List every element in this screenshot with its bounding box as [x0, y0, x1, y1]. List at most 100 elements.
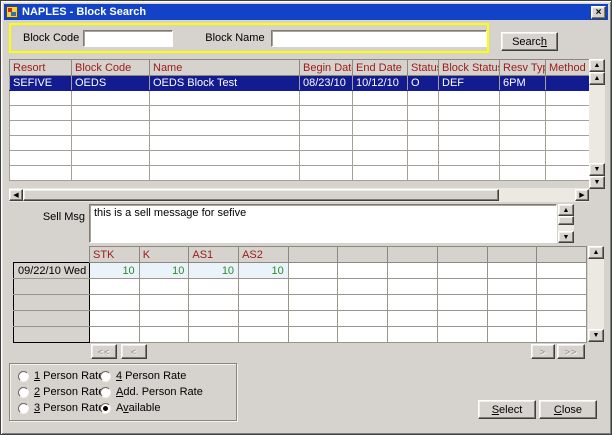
grid-empty-cell[interactable]	[537, 295, 587, 311]
grid-empty-cell[interactable]	[487, 327, 537, 343]
grid-empty-cell[interactable]	[288, 279, 338, 295]
hscroll-thumb[interactable]	[23, 189, 499, 201]
hscroll-track[interactable]	[499, 188, 575, 202]
block-name-input[interactable]	[271, 30, 487, 47]
scroll-up-button[interactable]: ▲	[558, 204, 574, 216]
grid-empty-cell[interactable]	[139, 311, 189, 327]
grid-empty-cell[interactable]	[338, 311, 388, 327]
grid-empty-cell[interactable]	[388, 311, 438, 327]
scroll-last-button[interactable]: ▼	[589, 176, 605, 189]
radio-icon	[18, 371, 29, 382]
grid-corner	[14, 247, 90, 263]
grid-empty-cell[interactable]	[437, 295, 487, 311]
radio-add-person-rate[interactable]: Add. Person Rate	[100, 386, 203, 398]
search-button[interactable]: Search	[501, 32, 558, 51]
grid-empty-cell[interactable]	[90, 311, 140, 327]
select-button[interactable]: Select	[478, 400, 536, 419]
grid-value-cell[interactable]: 10	[139, 263, 189, 279]
scroll-down-button[interactable]: ▼	[588, 329, 604, 342]
vscroll-thumb[interactable]	[558, 216, 574, 225]
grid-empty-cell[interactable]	[487, 263, 537, 279]
pager-first-button[interactable]: <<	[91, 344, 117, 359]
grid-empty-cell[interactable]	[189, 327, 239, 343]
grid-empty-cell[interactable]	[437, 327, 487, 343]
grid-empty-cell[interactable]	[338, 295, 388, 311]
grid-empty-cell[interactable]	[388, 295, 438, 311]
grid-empty-cell[interactable]	[388, 263, 438, 279]
radio-icon	[18, 387, 29, 398]
table-row-selected[interactable]: SEFIVE OEDS OEDS Block Test 08/23/10 10/…	[10, 76, 590, 91]
table-row[interactable]	[10, 151, 590, 166]
table-row[interactable]	[10, 121, 590, 136]
grid-empty-cell[interactable]	[388, 327, 438, 343]
grid-empty-cell[interactable]	[139, 327, 189, 343]
grid-value-cell[interactable]: 10	[90, 263, 140, 279]
grid-empty-cell[interactable]	[437, 263, 487, 279]
grid-empty-cell[interactable]	[189, 295, 239, 311]
grid-empty-cell[interactable]	[537, 279, 587, 295]
grid-value-cell[interactable]: 10	[239, 263, 289, 279]
grid-empty-cell[interactable]	[90, 279, 140, 295]
radio-available[interactable]: Available	[100, 402, 160, 414]
radio-3-person-rate[interactable]: 3 Person Rate	[18, 402, 104, 414]
pager-last-button[interactable]: >>	[557, 344, 585, 359]
grid-empty-cell[interactable]	[288, 311, 338, 327]
pager-prev-button[interactable]: <	[121, 344, 147, 359]
table-row[interactable]	[10, 91, 590, 106]
radio-2-person-rate[interactable]: 2 Person Rate	[18, 386, 104, 398]
grid-empty-cell[interactable]	[537, 263, 587, 279]
grid-empty-cell[interactable]	[189, 279, 239, 295]
close-button[interactable]: ×	[591, 6, 606, 19]
chevron-up-icon: ▲	[593, 247, 600, 258]
grid-empty-cell[interactable]	[139, 279, 189, 295]
block-code-input[interactable]	[83, 30, 173, 47]
grid-empty-cell[interactable]	[338, 279, 388, 295]
radio-label: 2 Person Rate	[34, 386, 104, 398]
table-row[interactable]	[10, 106, 590, 121]
grid-empty-cell[interactable]	[189, 311, 239, 327]
grid-empty-cell[interactable]	[537, 311, 587, 327]
grid-empty-cell[interactable]	[437, 311, 487, 327]
table-row[interactable]	[10, 136, 590, 151]
scroll-first-button[interactable]: ▲	[589, 59, 605, 72]
grid-empty-cell[interactable]	[437, 279, 487, 295]
scroll-up-button[interactable]: ▲	[588, 246, 604, 259]
grid-empty-cell[interactable]	[288, 295, 338, 311]
title-bar[interactable]: NAPLES - Block Search ×	[4, 4, 608, 20]
scroll-up-button[interactable]: ▲	[589, 72, 605, 85]
grid-empty-cell[interactable]	[487, 295, 537, 311]
grid-empty-cell[interactable]	[288, 263, 338, 279]
scroll-track[interactable]	[589, 85, 605, 163]
column-header: Resort	[10, 60, 72, 76]
grid-empty-cell[interactable]	[90, 295, 140, 311]
grid-empty-cell[interactable]	[388, 279, 438, 295]
scroll-left-button[interactable]: ◀	[9, 189, 23, 201]
scroll-down-button[interactable]: ▼	[589, 163, 605, 176]
grid-value-cell[interactable]: 10	[189, 263, 239, 279]
grid-empty-cell[interactable]	[90, 327, 140, 343]
grid-empty-cell[interactable]	[487, 279, 537, 295]
pager-next-button[interactable]: >	[531, 344, 555, 359]
grid-empty-cell[interactable]	[288, 327, 338, 343]
chevron-up-icon: ▲	[594, 60, 601, 71]
radio-4-person-rate[interactable]: 4 Person Rate	[100, 370, 186, 382]
scroll-track[interactable]	[588, 259, 604, 329]
grid-empty-cell[interactable]	[239, 295, 289, 311]
grid-empty-cell[interactable]	[338, 327, 388, 343]
table-row[interactable]	[10, 166, 590, 181]
close-window-button[interactable]: Close	[539, 400, 597, 419]
grid-empty-cell[interactable]	[239, 311, 289, 327]
grid-empty-cell[interactable]	[239, 327, 289, 343]
grid-empty-cell[interactable]	[487, 311, 537, 327]
grid-empty-cell[interactable]	[139, 295, 189, 311]
grid-column-header	[487, 247, 537, 263]
scroll-right-button[interactable]: ▶	[575, 189, 589, 201]
grid-empty-cell[interactable]	[537, 327, 587, 343]
scroll-down-button[interactable]: ▼	[558, 231, 574, 243]
radio-label: 1 Person Rate	[34, 370, 104, 382]
grid-empty-cell[interactable]	[239, 279, 289, 295]
sell-msg-field[interactable]: this is a sell message for sefive	[89, 204, 557, 243]
radio-1-person-rate[interactable]: 1 Person Rate	[18, 370, 104, 382]
grid-empty-cell[interactable]	[338, 263, 388, 279]
grid-column-header	[388, 247, 438, 263]
